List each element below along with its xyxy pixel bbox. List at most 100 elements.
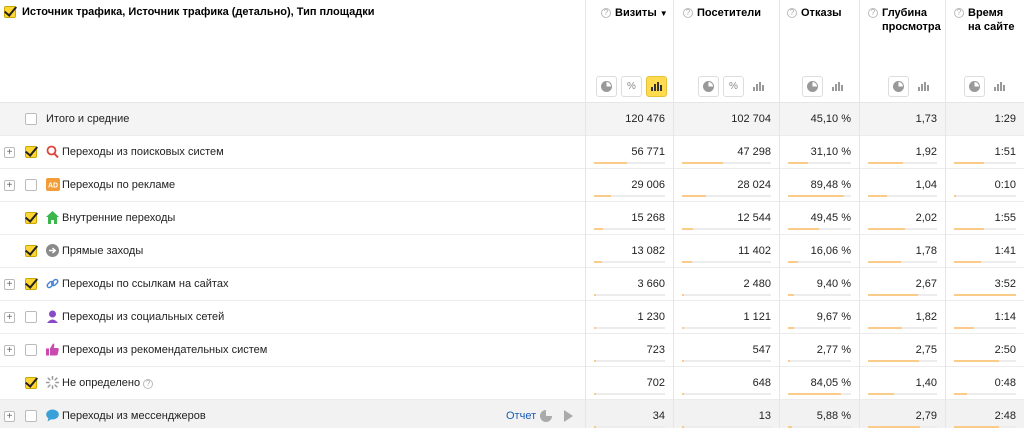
table-row[interactable]: + Переходы по ссылкам на сайтах 3 660 2 … xyxy=(0,268,1024,301)
cell-visits: 56 771 xyxy=(585,136,673,169)
bounce-bar xyxy=(788,228,820,230)
help-icon[interactable]: ? xyxy=(954,8,964,18)
cell-bounce: 16,06 % xyxy=(779,235,859,268)
row-checkbox[interactable] xyxy=(25,146,37,158)
expand-button[interactable]: + xyxy=(4,180,15,191)
bar-chart-button[interactable] xyxy=(646,76,667,97)
help-icon[interactable]: ? xyxy=(787,8,797,18)
percent-button[interactable]: % xyxy=(723,76,744,97)
expand-button[interactable]: + xyxy=(4,312,15,323)
table-row[interactable]: Прямые заходы 13 082 11 402 16,06 % 1,78… xyxy=(0,235,1024,268)
pie-chart-button[interactable] xyxy=(698,76,719,97)
visits-bar xyxy=(594,393,596,395)
cell-visitors: 11 402 xyxy=(673,235,779,268)
depth-bar xyxy=(868,228,906,230)
table-row[interactable]: + Переходы из рекомендательных систем 72… xyxy=(0,334,1024,367)
column-header-visits[interactable]: ? Визиты ▼ xyxy=(601,6,668,21)
percent-button[interactable]: % xyxy=(621,76,642,97)
pie-chart-icon xyxy=(893,81,904,92)
cell-visits: 3 660 xyxy=(585,268,673,301)
visits-bar xyxy=(594,294,597,296)
depth-bar-track xyxy=(868,195,937,197)
time-bar-track xyxy=(954,327,1016,329)
bounce-bar xyxy=(788,294,794,296)
row-checkbox[interactable] xyxy=(25,311,37,323)
help-icon[interactable]: ? xyxy=(683,8,693,18)
depth-bar xyxy=(868,261,902,263)
table-row[interactable]: + AD Переходы по рекламе 29 006 28 024 8… xyxy=(0,169,1024,202)
time-bar-track xyxy=(954,393,1016,395)
cell-depth: 2,79 xyxy=(859,400,945,428)
visitors-bar-track xyxy=(682,327,771,329)
cell-visitors: 547 xyxy=(673,334,779,367)
table-header: Источник трафика, Источник трафика (дета… xyxy=(0,0,1024,103)
pie-chart-icon[interactable] xyxy=(540,410,552,422)
row-checkbox[interactable] xyxy=(25,212,37,224)
column-header-time[interactable]: ? Время на сайте xyxy=(954,6,1014,34)
cell-visitors: 1 121 xyxy=(673,301,779,334)
bounce-bar xyxy=(788,360,790,362)
sort-desc-icon[interactable]: ▼ xyxy=(660,9,668,18)
cell-depth: 2,75 xyxy=(859,334,945,367)
cell-visits: 34 xyxy=(585,400,673,428)
bounce-bar-track xyxy=(788,228,851,230)
cell-visitors: 2 480 xyxy=(673,268,779,301)
time-bar xyxy=(954,360,1000,362)
visits-bar-track xyxy=(594,228,665,230)
pie-chart-button[interactable] xyxy=(596,76,617,97)
row-checkbox[interactable] xyxy=(25,179,37,191)
bar-chart-button[interactable] xyxy=(748,76,769,97)
pie-chart-button[interactable] xyxy=(964,76,985,97)
report-link[interactable]: Отчет xyxy=(506,410,536,422)
depth-bar-track xyxy=(868,294,937,296)
visits-bar xyxy=(594,228,604,230)
pie-chart-button[interactable] xyxy=(802,76,823,97)
column-header-bounce[interactable]: ? Отказы xyxy=(787,6,842,20)
column-header-visitors[interactable]: ? Посетители xyxy=(683,6,761,20)
expand-button[interactable]: + xyxy=(4,345,15,356)
cell-depth: 1,78 xyxy=(859,235,945,268)
table-row[interactable]: Внутренние переходы 15 268 12 544 49,45 … xyxy=(0,202,1024,235)
row-checkbox[interactable] xyxy=(25,113,37,125)
cell-bounce: 2,77 % xyxy=(779,334,859,367)
expand-button[interactable]: + xyxy=(4,411,15,422)
bounce-bar-track xyxy=(788,393,851,395)
visitors-bar xyxy=(682,195,707,197)
visitors-bar-track xyxy=(682,294,771,296)
table-row[interactable]: + Переходы из социальных сетей 1 230 1 1… xyxy=(0,301,1024,334)
visits-bar-track xyxy=(594,195,665,197)
depth-bar-track xyxy=(868,327,937,329)
expand-button[interactable]: + xyxy=(4,279,15,290)
row-label: Переходы из социальных сетей xyxy=(62,311,225,323)
table-row[interactable]: + Переходы из поисковых систем 56 771 47… xyxy=(0,136,1024,169)
help-icon[interactable]: ? xyxy=(601,8,611,18)
cell-bounce: 49,45 % xyxy=(779,202,859,235)
row-checkbox[interactable] xyxy=(25,245,37,257)
cell-bounce: 84,05 % xyxy=(779,367,859,400)
cell-bounce: 9,40 % xyxy=(779,268,859,301)
pie-chart-button[interactable] xyxy=(888,76,909,97)
row-checkbox[interactable] xyxy=(25,344,37,356)
select-all-checkbox[interactable] xyxy=(4,6,16,18)
expand-button[interactable]: + xyxy=(4,147,15,158)
help-icon[interactable]: ? xyxy=(868,8,878,18)
visits-bar-track xyxy=(594,261,665,263)
dimension-title: Источник трафика, Источник трафика (дета… xyxy=(22,6,375,18)
search-icon xyxy=(46,145,59,159)
play-icon[interactable] xyxy=(564,410,573,422)
bar-chart-button[interactable] xyxy=(913,76,934,97)
bar-chart-button[interactable] xyxy=(989,76,1010,97)
time-bar xyxy=(954,393,968,395)
row-checkbox[interactable] xyxy=(25,278,37,290)
cell-depth: 1,82 xyxy=(859,301,945,334)
row-checkbox[interactable] xyxy=(25,410,37,422)
row-checkbox[interactable] xyxy=(25,377,37,389)
bar-chart-icon xyxy=(753,82,764,91)
time-bar xyxy=(954,327,974,329)
help-icon[interactable]: ? xyxy=(143,379,154,389)
column-header-depth[interactable]: ? Глубина просмотра xyxy=(868,6,941,34)
visits-bar xyxy=(594,327,596,329)
table-row[interactable]: + Переходы из мессенджеров 34 13 5,88 % … xyxy=(0,400,1024,428)
bar-chart-button[interactable] xyxy=(827,76,848,97)
table-row[interactable]: Не определено? 702 648 84,05 % 1,40 0:48 xyxy=(0,367,1024,400)
